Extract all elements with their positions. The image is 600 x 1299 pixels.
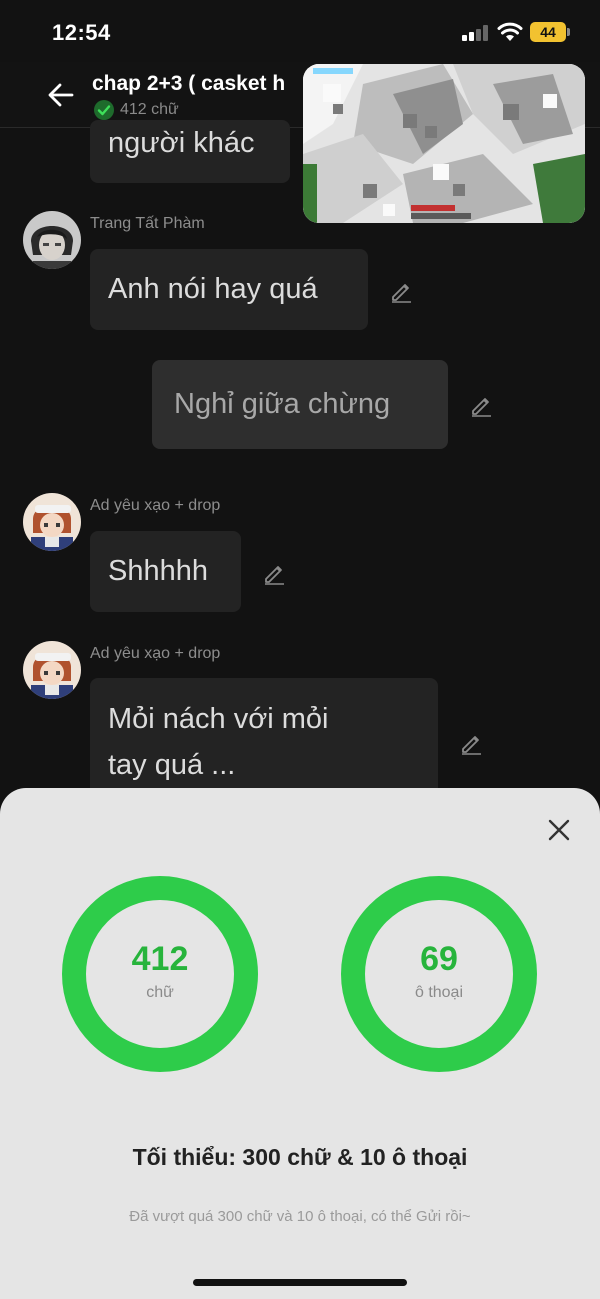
sender-name: Ad yêu xạo + drop — [90, 497, 221, 514]
words-count-label: chữ — [146, 984, 174, 1001]
minecraft-video-frame — [303, 64, 585, 223]
sender-name: Trang Tất Phàm — [90, 215, 205, 232]
message-bubble[interactable]: Nghỉ giữa chừng — [152, 360, 448, 449]
check-icon — [94, 100, 114, 120]
message-text: người khác — [108, 127, 255, 159]
edit-pencil-icon[interactable] — [459, 731, 483, 755]
message-bubble[interactable]: người khác — [90, 120, 290, 183]
edit-pencil-icon[interactable] — [389, 279, 413, 303]
status-bar: 12:54 44 — [0, 0, 600, 62]
message-text: Mỏi nách với mỏi — [108, 703, 329, 735]
message-bubble[interactable]: Anh nói hay quá — [90, 249, 368, 330]
close-icon[interactable] — [546, 817, 572, 843]
avatar[interactable] — [23, 641, 81, 699]
edit-pencil-icon[interactable] — [469, 393, 493, 417]
status-time: 12:54 — [52, 20, 111, 45]
pip-video-player[interactable] — [303, 64, 585, 223]
message-text: Nghỉ giữa chừng — [174, 388, 391, 420]
word-count-meta: 412 chữ — [94, 100, 179, 120]
home-indicator[interactable] — [193, 1279, 407, 1286]
dialogs-count-label: ô thoại — [414, 984, 464, 1001]
message-bubble[interactable]: Shhhhh — [90, 531, 241, 612]
minimum-requirement: Tối thiểu: 300 chữ & 10 ô thoại — [132, 1144, 468, 1170]
message-text: tay quá ... — [108, 749, 236, 781]
avatar[interactable] — [23, 211, 81, 269]
word-count-label: 412 chữ — [120, 101, 179, 118]
requirement-hint: Đã vượt quá 300 chữ và 10 ô thoại, có th… — [129, 1208, 471, 1225]
edit-pencil-icon[interactable] — [262, 561, 286, 585]
wifi-icon — [497, 22, 523, 41]
words-count-value: 412 — [131, 940, 189, 978]
message-text: Anh nói hay quá — [108, 273, 318, 305]
back-arrow-icon[interactable] — [46, 80, 76, 110]
sender-name: Ad yêu xạo + drop — [90, 645, 221, 662]
dialogs-count-value: 69 — [420, 940, 458, 978]
message-text: Shhhhh — [108, 555, 208, 587]
cellular-signal-icon — [462, 25, 488, 41]
chat-title: chap 2+3 ( casket h — [92, 72, 286, 95]
avatar[interactable] — [23, 493, 81, 551]
battery-indicator: 44 — [530, 22, 570, 42]
